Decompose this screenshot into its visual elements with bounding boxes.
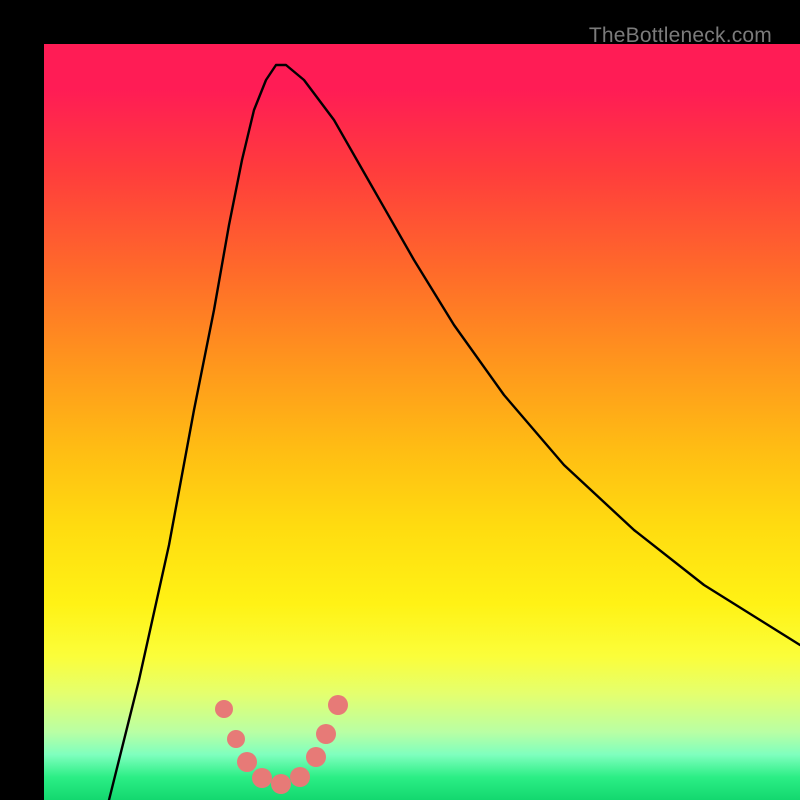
marker-bottom-1 [252,768,272,788]
markers-group [215,695,348,794]
plot-area [44,44,800,800]
marker-bottom-3 [290,767,310,787]
marker-left-3 [237,752,257,772]
marker-right-3 [328,695,348,715]
marker-left-2 [227,730,245,748]
bottleneck-curve [109,65,800,800]
marker-left-1 [215,700,233,718]
marker-right-1 [306,747,326,767]
marker-right-2 [316,724,336,744]
chart-frame: TheBottleneck.com [0,0,800,800]
watermark-text: TheBottleneck.com [589,24,772,48]
marker-bottom-2 [271,774,291,794]
curve-svg [44,44,800,800]
